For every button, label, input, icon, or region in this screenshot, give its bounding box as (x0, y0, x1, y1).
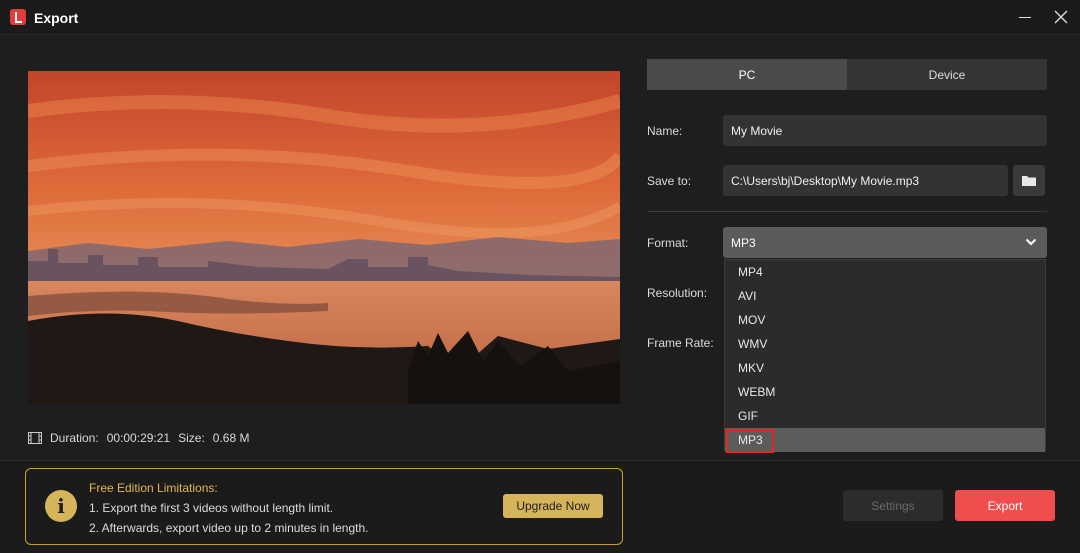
limitation-line-1: 1. Export the first 3 videos without len… (89, 501, 334, 515)
duration-value: 00:00:29:21 (106, 431, 171, 445)
resolution-label: Resolution: (647, 286, 708, 300)
size-label: Size: (178, 431, 205, 445)
upgrade-now-button[interactable]: Upgrade Now (503, 494, 603, 518)
format-label: Format: (647, 236, 689, 250)
folder-icon (1022, 176, 1036, 186)
format-option-webm[interactable]: WEBM (725, 380, 1045, 404)
chevron-down-icon (1025, 238, 1037, 246)
format-select[interactable]: MP3 (723, 227, 1047, 258)
settings-button[interactable]: Settings (843, 490, 943, 521)
minimize-icon[interactable] (1014, 6, 1036, 28)
window-title: Export (34, 10, 79, 26)
format-option-mp3[interactable]: MP3 (725, 428, 1045, 453)
close-icon[interactable] (1050, 6, 1072, 28)
format-option-mp4[interactable]: MP4 (725, 260, 1045, 284)
format-option-mov[interactable]: MOV (725, 308, 1045, 332)
format-option-wmv[interactable]: WMV (725, 332, 1045, 356)
limitations-title: Free Edition Limitations: (89, 481, 218, 495)
size-value: 0.68 M (212, 431, 250, 445)
format-selected-value: MP3 (731, 235, 756, 250)
name-input[interactable]: My Movie (723, 115, 1047, 146)
format-option-avi[interactable]: AVI (725, 284, 1045, 308)
frame-rate-label: Frame Rate: (647, 336, 714, 350)
limitation-line-2: 2. Afterwards, export video up to 2 minu… (89, 521, 369, 535)
format-dropdown-list: MP4 AVI MOV WMV MKV WEBM GIF MP3 (724, 259, 1046, 453)
tab-device[interactable]: Device (847, 59, 1047, 90)
browse-folder-button[interactable] (1013, 165, 1045, 196)
save-to-label: Save to: (647, 174, 692, 188)
save-path-input[interactable]: C:\Users\bj\Desktop\My Movie.mp3 (723, 165, 1008, 196)
format-option-gif[interactable]: GIF (725, 404, 1045, 428)
export-button[interactable]: Export (955, 490, 1055, 521)
title-bar: Export (0, 0, 1080, 35)
divider (647, 211, 1047, 212)
info-icon: i (45, 490, 77, 522)
video-preview (28, 71, 620, 404)
duration-label: Duration: (50, 431, 99, 445)
format-option-mkv[interactable]: MKV (725, 356, 1045, 380)
target-tabs: PC Device (647, 59, 1047, 90)
tab-pc[interactable]: PC (647, 59, 847, 90)
film-icon (28, 432, 42, 444)
name-label: Name: (647, 124, 683, 138)
preview-info: Duration: 00:00:29:21 Size: 0.68 M (28, 431, 249, 445)
selection-highlight-box (726, 429, 774, 453)
app-logo-icon (10, 9, 26, 25)
